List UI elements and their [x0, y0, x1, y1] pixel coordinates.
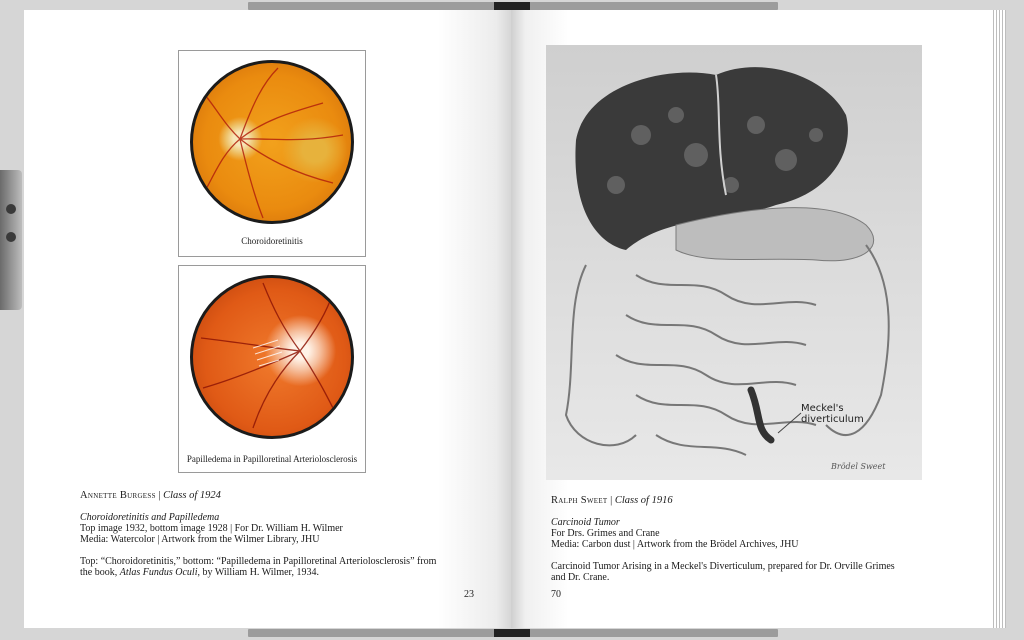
media-line: Media: Watercolor | Artwork from the Wil…: [80, 534, 320, 545]
plate-bottom: Papilledema in Papilloretinal Arteriolos…: [178, 265, 366, 473]
artist-signature: Brödel Sweet: [831, 462, 886, 471]
artist-name: Ralph Sweet: [551, 495, 608, 506]
artist-line: Annette Burgess | Class of 1924: [80, 490, 500, 501]
description-line: the book, Atlas Fundus Oculi, by William…: [80, 567, 319, 578]
left-credit-block: Annette Burgess | Class of 1924 Choroido…: [80, 490, 500, 578]
top-page-scrubber[interactable]: [248, 2, 778, 10]
scrubber-knob[interactable]: [494, 629, 530, 637]
separator: |: [158, 490, 161, 501]
work-title: Choroidoretinitis and Papilledema: [80, 512, 220, 523]
carcinoid-tumor-drawing: Meckel's diverticulum Brödel Sweet: [546, 45, 922, 480]
plate-caption: Papilledema in Papilloretinal Arteriolos…: [186, 454, 358, 464]
artist-name: Annette Burgess: [80, 490, 156, 501]
fundus-image-choroidoretinitis: [190, 60, 354, 224]
bottom-page-scrubber[interactable]: [248, 629, 778, 637]
reader-stage: Choroidoretinitis Papilledema in Papillo…: [0, 0, 1024, 640]
media-line: Media: Carbon dust | Artwork from the Br…: [551, 539, 799, 550]
description-line: Top: “Choroidoretinitis,” bottom: “Papil…: [80, 556, 437, 567]
page-number: 70: [551, 589, 561, 600]
credit-line: For Drs. Grimes and Crane: [551, 528, 660, 539]
description-line: and Dr. Crane.: [551, 572, 610, 583]
artist-line: Ralph Sweet | Class of 1916: [551, 495, 971, 506]
thumbnail-dot: [6, 204, 16, 214]
side-panel-peek[interactable]: [0, 170, 22, 310]
scrubber-knob[interactable]: [494, 2, 530, 10]
right-credit-block: Ralph Sweet | Class of 1916 Carcinoid Tu…: [551, 495, 971, 583]
credit-line: Top image 1932, bottom image 1928 | For …: [80, 523, 343, 534]
plate-top: Choroidoretinitis: [178, 50, 366, 257]
description-line: Carcinoid Tumor Arising in a Meckel's Di…: [551, 561, 895, 572]
meckels-label: Meckel's diverticulum: [801, 403, 864, 425]
fundus-image-papilledema: [190, 275, 354, 439]
page-edges: [991, 10, 1006, 628]
plate-caption: Choroidoretinitis: [241, 236, 303, 246]
left-page[interactable]: Choroidoretinitis Papilledema in Papillo…: [24, 10, 511, 628]
book-title: Atlas Fundus Oculi: [119, 567, 198, 578]
thumbnail-dot: [6, 232, 16, 242]
work-title: Carcinoid Tumor: [551, 517, 620, 528]
artist-class: Class of 1924: [163, 490, 221, 501]
separator: |: [610, 495, 613, 506]
artist-class: Class of 1916: [614, 495, 673, 506]
page-number: 23: [464, 589, 474, 600]
